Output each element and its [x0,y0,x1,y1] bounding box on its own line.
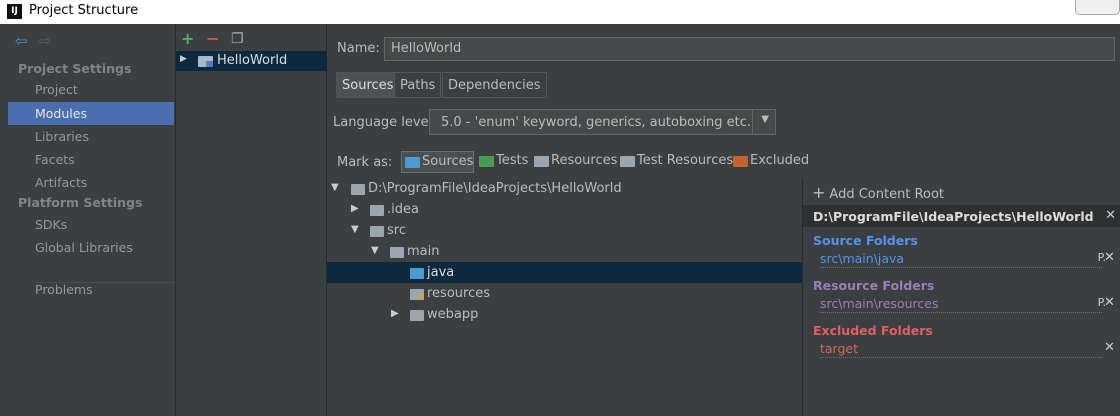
chevron-down-icon[interactable]: ▼ [761,114,769,125]
platform-settings-header: Platform Settings [18,195,143,210]
module-folder-icon [198,56,213,67]
language-level-label: Language level: [333,115,437,130]
expand-arrow-icon[interactable]: ▶ [351,203,359,214]
nav-item-problems[interactable]: Problems [8,278,174,301]
language-level-value: 5.0 - 'enum' keyword, generics, autoboxi… [441,115,752,130]
folder-tree: ▼ D:\ProgramFile\IdeaProjects\HelloWorld… [327,178,802,416]
module-label: HelloWorld [217,53,288,68]
tree-label: src [387,223,406,238]
nav-item-libraries[interactable]: Libraries [8,125,174,148]
tree-row-selected[interactable]: java [327,262,802,283]
tests-folder-icon [479,156,494,167]
source-folder-icon [410,268,424,279]
tree-row[interactable]: ▼ src [327,220,802,241]
nav-item-global-libraries[interactable]: Global Libraries [8,236,174,259]
mark-resources-label: Resources [551,153,618,168]
mark-as-label: Mark as: [337,155,393,170]
tab-dependencies[interactable]: Dependencies [442,72,547,98]
module-list-panel: + − ❐ ▶ HelloWorld [175,25,327,416]
nav-item-modules[interactable]: Modules [8,102,174,125]
resource-folder-icon [410,289,424,300]
tree-row[interactable]: ▶ webapp [327,304,802,325]
module-item-helloworld[interactable]: ▶ HelloWorld [176,51,327,71]
add-icon[interactable]: + [181,30,194,48]
plus-icon: + [812,183,826,202]
copy-icon[interactable]: ❐ [231,30,244,48]
resource-folders-title: Resource Folders [813,278,935,293]
folder-icon [390,247,404,258]
sources-folder-icon [405,157,420,168]
nav-item-project[interactable]: Project [8,78,174,101]
mark-excluded-button[interactable]: Excluded [730,151,809,173]
folder-icon [410,310,424,321]
tree-label: main [407,244,440,259]
source-folders-title: Source Folders [813,233,918,248]
add-content-root-label: Add Content Root [829,187,944,202]
folder-icon [370,226,384,237]
folder-icon [370,205,384,216]
expand-arrow-icon[interactable]: ▶ [180,54,187,64]
project-settings-header: Project Settings [18,61,132,76]
tree-label: java [427,265,455,280]
intellij-app-icon: IJ [7,4,22,19]
resource-folder-label: src\main\resources [820,296,939,311]
mark-sources-label: Sources [422,154,474,169]
mark-test-resources-button[interactable]: Test Resources [617,151,733,173]
source-folder-label: src\main\java [820,251,905,266]
forward-arrow-icon[interactable]: ⇨ [39,33,52,49]
tree-label: resources [427,286,491,301]
module-settings-panel: Name: HelloWorld Sources Paths Dependenc… [327,25,1120,416]
tree-row[interactable]: resources [327,283,802,304]
content-root-panel: + Add Content Root D:\ProgramFile\IdeaPro… [802,178,1120,416]
tree-label: .idea [387,202,419,217]
tree-label: D:\ProgramFile\IdeaProjects\HelloWorld [368,181,622,196]
source-folder-path: src\main\java P. [820,251,1106,268]
mark-sources-button[interactable]: Sources [401,151,475,173]
close-icon[interactable]: ✕ [1105,208,1116,223]
tab-paths[interactable]: Paths [394,72,442,98]
resources-folder-icon [534,156,549,167]
mark-tests-label: Tests [496,153,529,168]
back-arrow-icon[interactable]: ⇦ [15,33,28,49]
language-level-select[interactable]: 5.0 - 'enum' keyword, generics, autoboxi… [429,109,776,135]
excluded-folder-label: target [820,341,859,356]
tab-sources[interactable]: Sources [336,72,400,98]
close-icon[interactable]: ✕ [1104,295,1115,310]
test-resources-folder-icon [620,156,635,167]
nav-item-sdks[interactable]: SDKs [8,213,174,236]
collapse-arrow-icon[interactable]: ▼ [331,182,339,193]
remove-icon[interactable]: − [206,30,219,48]
collapse-arrow-icon[interactable]: ▼ [371,245,379,256]
nav-item-artifacts[interactable]: Artifacts [8,171,174,194]
mark-tests-button[interactable]: Tests [476,151,528,173]
window-close-button[interactable] [1075,0,1120,15]
title-bar: IJ Project Structure [0,0,1120,24]
select-separator [752,110,753,134]
mark-test-resources-label: Test Resources [637,153,734,168]
content-root-path: D:\ProgramFile\IdeaProjects\HelloWorld [813,209,1094,224]
content-root-header: D:\ProgramFile\IdeaProjects\HelloWorld ✕ [803,205,1120,227]
add-content-root-button[interactable]: + Add Content Root [812,183,944,202]
close-icon[interactable]: ✕ [1104,250,1115,265]
resource-folder-path: src\main\resources P. [820,296,1106,313]
collapse-arrow-icon[interactable]: ▼ [351,224,359,235]
tree-label: webapp [427,307,479,322]
folder-icon [351,184,365,195]
tree-row[interactable]: ▶ .idea [327,199,802,220]
nav-item-facets[interactable]: Facets [8,148,174,171]
module-name-input[interactable]: HelloWorld [384,37,1115,61]
name-label: Name: [337,41,380,56]
excluded-folders-title: Excluded Folders [813,323,933,338]
close-icon[interactable]: ✕ [1104,340,1115,355]
settings-nav: ⇦ ⇨ Project Settings Project Modules Lib… [8,25,175,416]
tree-row[interactable]: ▼ D:\ProgramFile\IdeaProjects\HelloWorld [327,178,802,199]
excluded-folder-icon [733,156,748,167]
expand-arrow-icon[interactable]: ▶ [391,308,399,319]
mark-resources-button[interactable]: Resources [531,151,617,173]
tree-row[interactable]: ▼ main [327,241,802,262]
excluded-folder-path: target [820,341,1102,358]
mark-excluded-label: Excluded [750,153,810,168]
window-title: Project Structure [29,3,139,18]
